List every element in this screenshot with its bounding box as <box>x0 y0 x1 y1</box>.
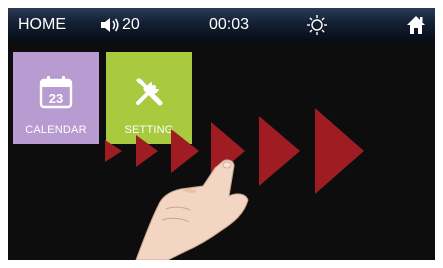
device-screen: HOME 20 00:03 23 CALENDAR SETTING <box>8 8 435 260</box>
pointing-hand <box>135 159 249 260</box>
